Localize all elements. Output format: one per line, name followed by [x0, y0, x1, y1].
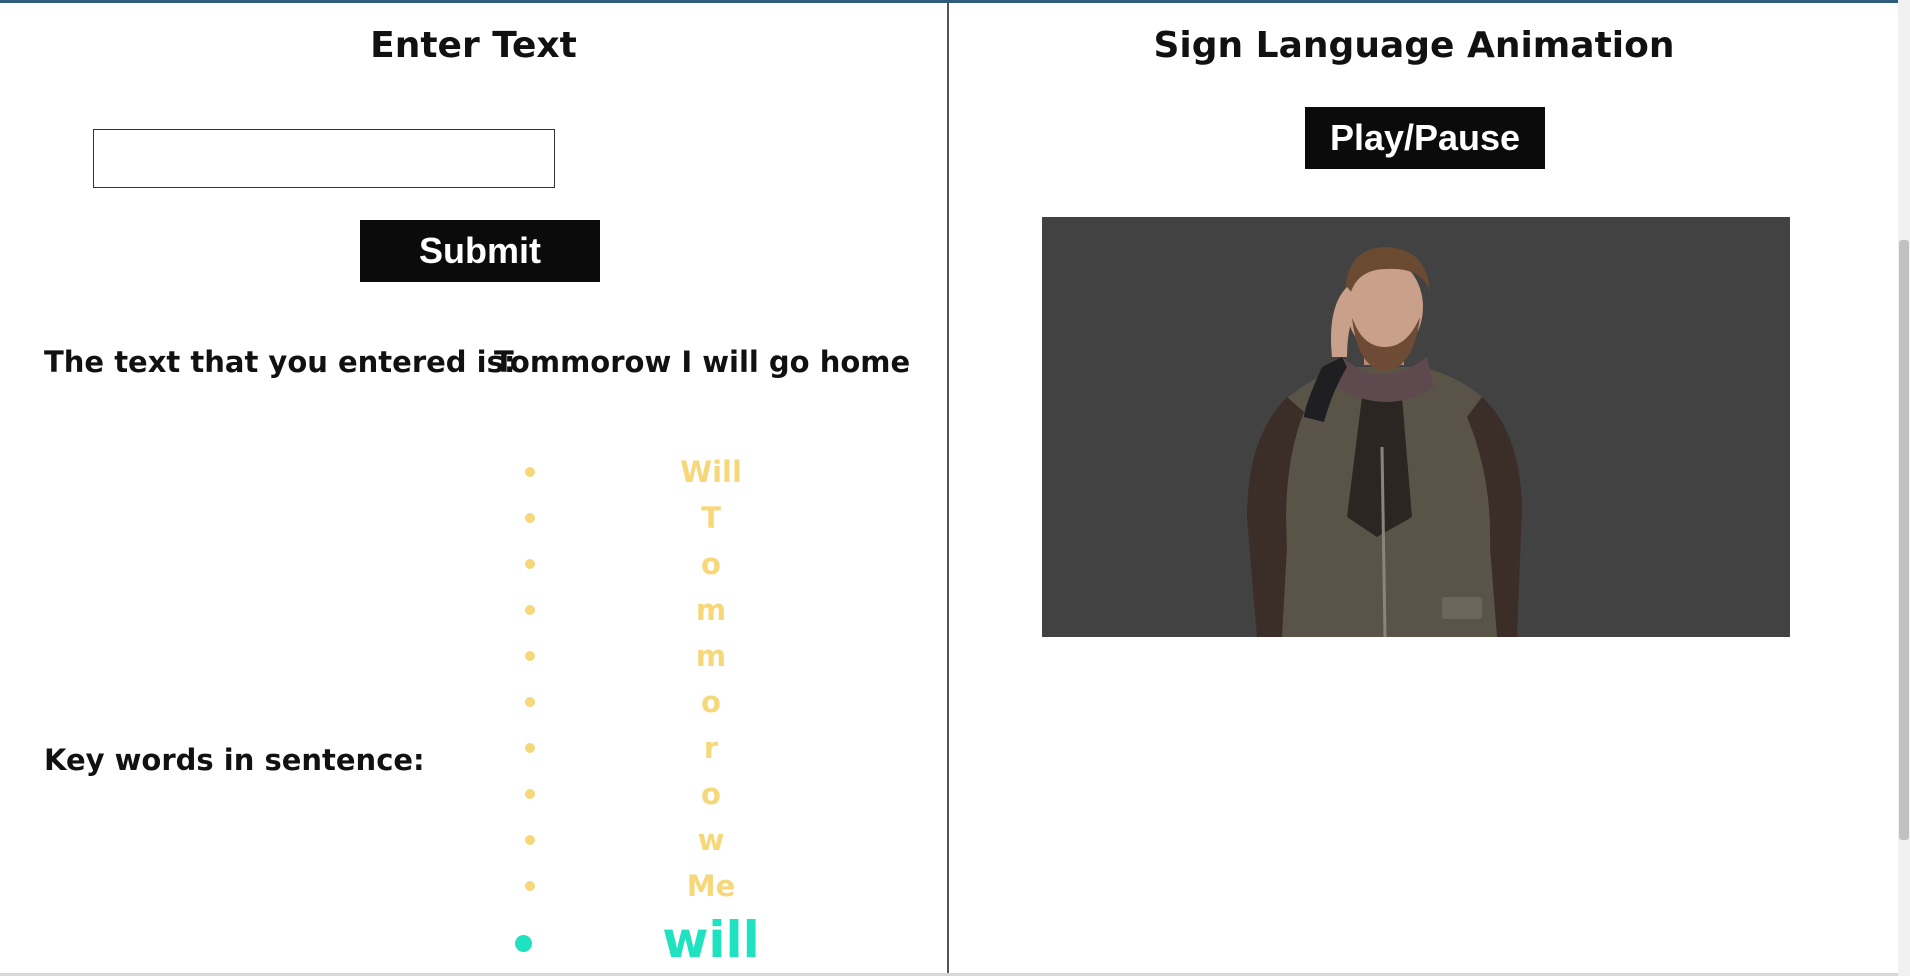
bullet-icon	[525, 835, 535, 845]
keyword-text-active: will	[662, 911, 760, 969]
keyword-item: o	[500, 541, 930, 587]
avatar-figure	[1247, 247, 1522, 637]
keyword-item: w	[500, 817, 930, 863]
animation-title: Sign Language Animation	[1153, 25, 1675, 66]
text-input[interactable]	[93, 129, 555, 188]
keyword-item: o	[500, 771, 930, 817]
keyword-text: o	[701, 547, 721, 581]
bullet-icon	[525, 513, 535, 523]
keyword-item: r	[500, 725, 930, 771]
page: Enter Text Submit The text that you ente…	[0, 3, 1898, 973]
bullet-icon	[525, 651, 535, 661]
keyword-text: T	[701, 501, 721, 535]
keyword-text: o	[701, 685, 721, 719]
bullet-icon	[515, 935, 532, 952]
keyword-item: o	[500, 679, 930, 725]
keyword-text: m	[695, 639, 727, 673]
keyword-text: m	[695, 593, 727, 627]
bullet-icon	[525, 467, 535, 477]
enter-text-title: Enter Text	[370, 25, 577, 66]
keywords-list: Will T o m m o r o w Me will	[500, 449, 930, 969]
scrollbar-thumb[interactable]	[1899, 240, 1909, 840]
keyword-item: m	[500, 633, 930, 679]
keyword-text: Me	[686, 869, 736, 903]
submit-button[interactable]: Submit	[360, 220, 600, 282]
panel-divider	[947, 3, 949, 973]
keyword-text: o	[701, 777, 721, 811]
keyword-text: r	[703, 731, 719, 765]
keyword-text: Will	[680, 455, 742, 489]
keyword-text: w	[697, 823, 725, 857]
keyword-item: T	[500, 495, 930, 541]
keyword-item: m	[500, 587, 930, 633]
play-pause-button[interactable]: Play/Pause	[1305, 107, 1545, 169]
keyword-item: Me	[500, 863, 930, 909]
keyword-item: Will	[500, 449, 930, 495]
entered-text-value: Tommorow I will go home	[494, 345, 911, 379]
bullet-icon	[525, 697, 535, 707]
bullet-icon	[525, 881, 535, 891]
bullet-icon	[525, 789, 535, 799]
keywords-label: Key words in sentence:	[44, 743, 425, 777]
bullet-icon	[525, 559, 535, 569]
bullet-icon	[525, 743, 535, 753]
entered-text-label: The text that you entered is:	[44, 345, 516, 379]
bullet-icon	[525, 605, 535, 615]
sign-animation-video[interactable]	[1042, 217, 1790, 637]
keyword-item-active: will	[500, 909, 930, 969]
